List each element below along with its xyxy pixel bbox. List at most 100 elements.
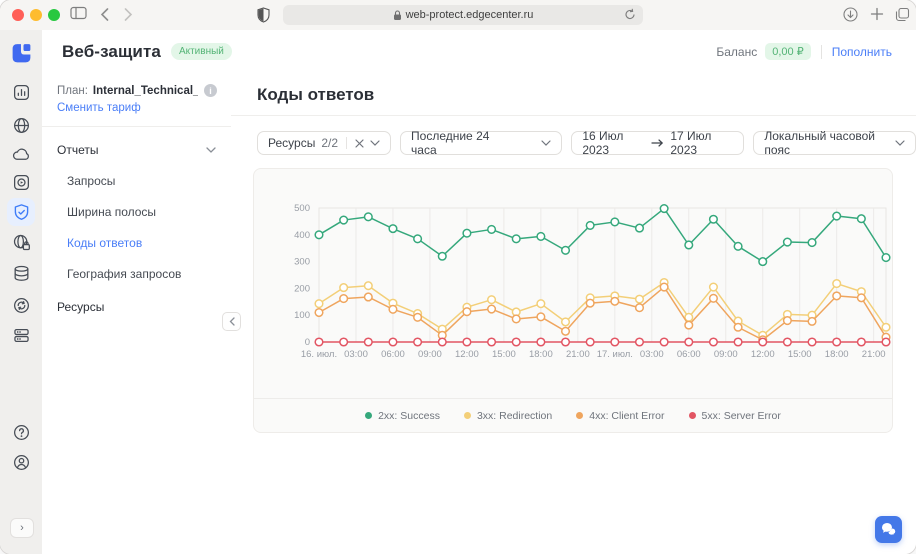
data-point[interactable]	[685, 241, 693, 249]
data-point[interactable]	[315, 231, 323, 239]
data-point[interactable]	[685, 338, 693, 346]
data-point[interactable]	[315, 309, 323, 317]
data-point[interactable]	[636, 295, 644, 303]
streaming-icon[interactable]	[7, 168, 35, 196]
data-point[interactable]	[340, 295, 348, 303]
data-point[interactable]	[808, 239, 816, 247]
data-point[interactable]	[389, 338, 397, 346]
data-point[interactable]	[833, 212, 841, 220]
data-point[interactable]	[463, 338, 471, 346]
resources-filter[interactable]: Ресурсы 2/2	[257, 131, 391, 155]
data-point[interactable]	[315, 338, 323, 346]
data-point[interactable]	[586, 338, 594, 346]
support-chat-button[interactable]	[875, 516, 902, 543]
data-point[interactable]	[414, 338, 422, 346]
topup-link[interactable]: Пополнить	[832, 45, 892, 59]
data-point[interactable]	[488, 338, 496, 346]
nav-section-resources[interactable]: Ресурсы	[57, 300, 216, 314]
data-point[interactable]	[882, 254, 890, 262]
tab-overview-icon[interactable]	[895, 7, 910, 27]
sidebar-toggle-icon[interactable]	[70, 6, 87, 25]
data-point[interactable]	[438, 338, 446, 346]
period-filter[interactable]: Последние 24 часа	[400, 131, 562, 155]
data-point[interactable]	[537, 313, 545, 321]
data-point[interactable]	[833, 280, 841, 288]
data-point[interactable]	[562, 318, 570, 326]
cdn-globe-icon[interactable]	[7, 111, 35, 139]
servers-icon[interactable]	[7, 321, 35, 349]
data-point[interactable]	[882, 338, 890, 346]
data-point[interactable]	[710, 283, 718, 291]
data-point[interactable]	[858, 294, 866, 302]
reload-icon[interactable]	[624, 8, 636, 24]
minimize-window-button[interactable]	[30, 9, 42, 21]
back-icon[interactable]	[100, 8, 109, 26]
data-point[interactable]	[389, 306, 397, 314]
analytics-icon[interactable]	[7, 78, 35, 106]
dns-lock-icon[interactable]	[7, 228, 35, 256]
data-point[interactable]	[414, 314, 422, 322]
data-point[interactable]	[512, 338, 520, 346]
data-point[interactable]	[882, 323, 890, 331]
data-point[interactable]	[710, 338, 718, 346]
data-point[interactable]	[414, 235, 422, 243]
data-point[interactable]	[537, 338, 545, 346]
help-icon[interactable]	[7, 418, 35, 446]
response-codes-line-chart[interactable]: 16. июл.03:0006:0009:0012:0015:0018:0021…	[254, 169, 892, 398]
data-point[interactable]	[340, 284, 348, 292]
nav-item-bandwidth[interactable]: Ширина полосы	[57, 205, 216, 219]
downloads-icon[interactable]	[843, 7, 858, 27]
data-point[interactable]	[808, 318, 816, 326]
data-point[interactable]	[734, 338, 742, 346]
data-point[interactable]	[611, 297, 619, 305]
data-point[interactable]	[611, 218, 619, 226]
data-point[interactable]	[537, 233, 545, 241]
data-point[interactable]	[488, 226, 496, 234]
sync-icon[interactable]	[7, 291, 35, 319]
data-point[interactable]	[759, 338, 767, 346]
new-tab-icon[interactable]	[870, 7, 884, 26]
account-icon[interactable]	[7, 448, 35, 476]
data-point[interactable]	[660, 205, 668, 213]
cloud-icon[interactable]	[7, 140, 35, 168]
forward-icon[interactable]	[124, 8, 133, 26]
storage-icon[interactable]	[7, 259, 35, 287]
data-point[interactable]	[340, 216, 348, 224]
data-point[interactable]	[660, 283, 668, 291]
data-point[interactable]	[389, 225, 397, 233]
info-icon[interactable]: i	[204, 84, 217, 97]
change-tariff-link[interactable]: Сменить тариф	[57, 102, 141, 114]
web-protection-icon[interactable]	[7, 198, 35, 226]
data-point[interactable]	[315, 300, 323, 308]
data-point[interactable]	[833, 338, 841, 346]
timezone-filter[interactable]: Локальный часовой пояс	[753, 131, 916, 155]
data-point[interactable]	[463, 308, 471, 316]
legend-item[interactable]: 3xx: Redirection	[464, 410, 552, 422]
data-point[interactable]	[562, 247, 570, 255]
data-point[interactable]	[562, 338, 570, 346]
data-point[interactable]	[586, 222, 594, 230]
data-point[interactable]	[512, 315, 520, 323]
data-point[interactable]	[488, 296, 496, 304]
data-point[interactable]	[488, 305, 496, 313]
nav-section-reports[interactable]: Отчеты	[57, 143, 216, 157]
data-point[interactable]	[660, 338, 668, 346]
close-window-button[interactable]	[12, 9, 24, 21]
data-point[interactable]	[340, 338, 348, 346]
nav-item-response-codes[interactable]: Коды ответов	[57, 236, 216, 250]
data-point[interactable]	[512, 235, 520, 243]
data-point[interactable]	[463, 229, 471, 237]
url-bar[interactable]: web-protect.edgecenter.ru	[283, 5, 643, 25]
data-point[interactable]	[784, 238, 792, 246]
data-point[interactable]	[365, 338, 373, 346]
data-point[interactable]	[710, 295, 718, 303]
nav-item-requests[interactable]: Запросы	[57, 174, 216, 188]
data-point[interactable]	[365, 213, 373, 221]
data-point[interactable]	[636, 338, 644, 346]
data-point[interactable]	[710, 215, 718, 223]
data-point[interactable]	[685, 321, 693, 329]
zoom-window-button[interactable]	[48, 9, 60, 21]
data-point[interactable]	[833, 292, 841, 300]
chevron-down-icon[interactable]	[370, 140, 380, 146]
data-point[interactable]	[636, 304, 644, 312]
